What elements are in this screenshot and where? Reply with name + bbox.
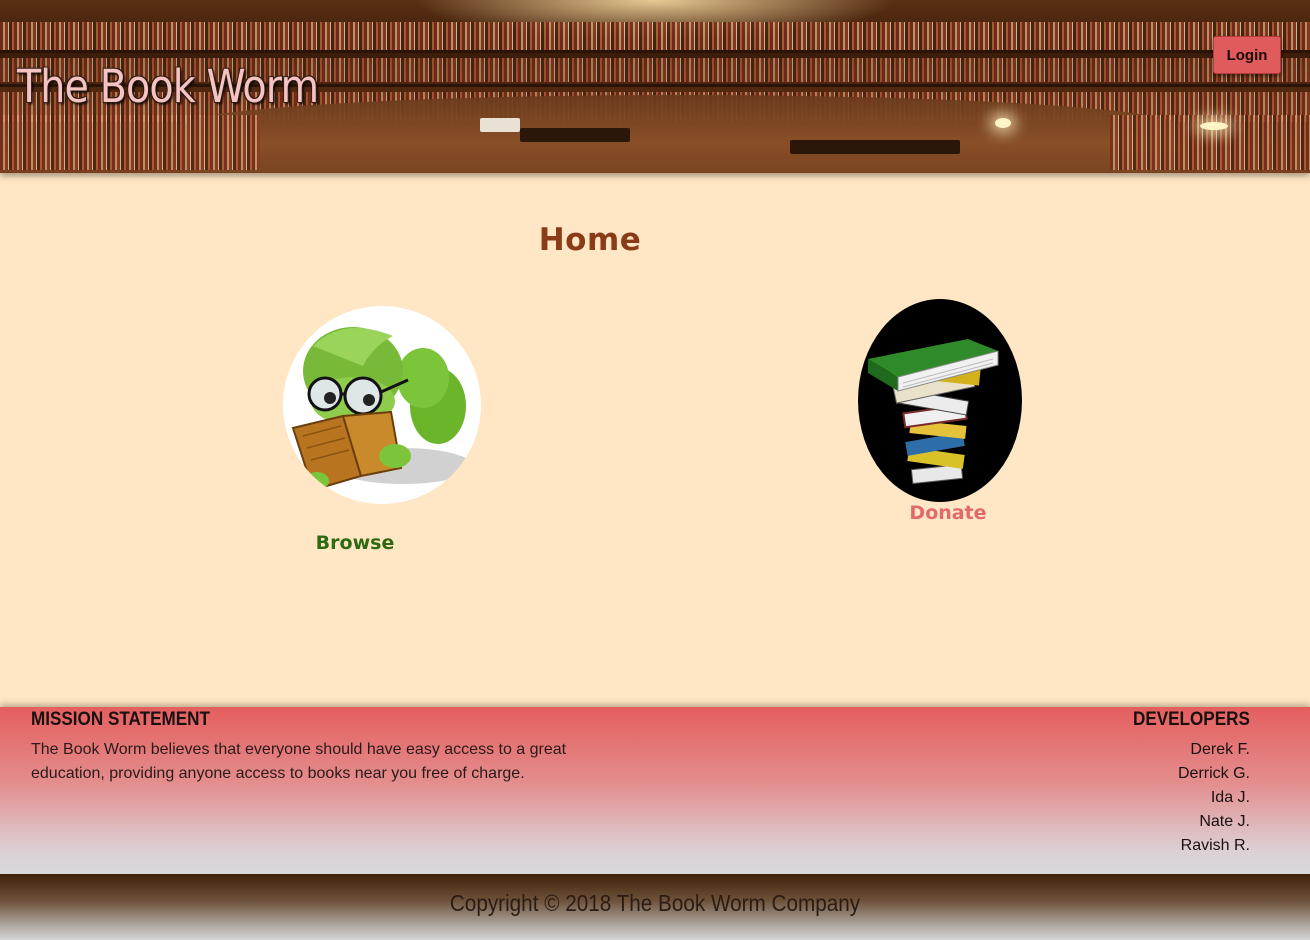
site-title: The Book Worm <box>17 60 319 113</box>
mission-statement-heading: MISSION STATEMENT <box>31 709 210 730</box>
developer-name: Ravish R. <box>1180 837 1250 854</box>
donate-image[interactable] <box>858 299 1022 502</box>
copyright-text: Copyright © 2018 The Book Worm Company <box>449 890 861 916</box>
developer-name: Derrick G. <box>1178 765 1250 782</box>
bookworm-illustration <box>291 327 473 492</box>
browse-link[interactable]: Browse <box>295 532 415 554</box>
developers-list: Derek F. Derrick G. Ida J. Nate J. Ravis… <box>1178 738 1250 858</box>
book-stack-illustration <box>868 339 999 485</box>
login-button[interactable]: Login <box>1213 36 1281 74</box>
developer-name: Derek F. <box>1190 741 1250 758</box>
copyright-bar: Copyright © 2018 The Book Worm Company <box>0 874 1310 940</box>
mission-statement-text: The Book Worm believes that everyone sho… <box>31 741 567 782</box>
info-footer: MISSION STATEMENT The Book Worm believes… <box>0 707 1310 874</box>
developer-name: Ida J. <box>1210 789 1250 806</box>
header-banner: The Book Worm Login <box>0 0 1310 173</box>
page-title: Home <box>538 222 642 258</box>
browse-image[interactable] <box>283 306 481 504</box>
donate-link[interactable]: Donate <box>888 502 1008 524</box>
developer-name: Nate J. <box>1199 813 1250 830</box>
developers-heading: DEVELOPERS <box>1133 709 1250 730</box>
